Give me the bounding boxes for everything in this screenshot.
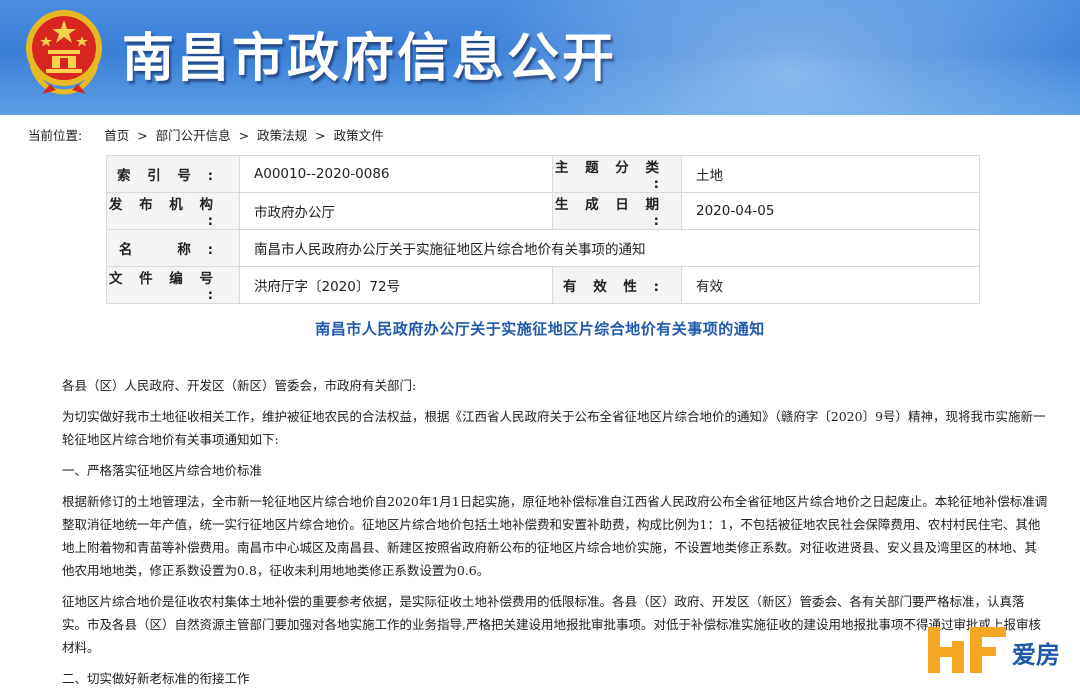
validity-label: 有 效 性 : bbox=[552, 266, 682, 304]
breadcrumb-dept-info[interactable]: 部门公开信息 bbox=[156, 128, 231, 143]
hf-logo-icon bbox=[928, 627, 1006, 673]
name-value: 南昌市人民政府办公厅关于实施征地区片综合地价有关事项的通知 bbox=[239, 229, 980, 267]
meta-row: 发 布 机 构 : 市政府办公厅 生 成 日 期 : 2020-04-05 bbox=[106, 192, 980, 230]
site-header: 南昌市政府信息公开 bbox=[0, 0, 1080, 115]
paragraph: 征地区片综合地价是征收农村集体土地补偿的重要参考依据，是实际征收土地补偿费用的低… bbox=[62, 594, 1041, 655]
paragraph: 根据新修订的土地管理法，全市新一轮征地区片综合地价自2020年1月1日起实施，原… bbox=[62, 494, 1048, 578]
watermark-text: 爱房 bbox=[1012, 641, 1060, 669]
issuer-label: 发 布 机 构 : bbox=[106, 192, 240, 230]
breadcrumb-separator: > bbox=[238, 128, 250, 143]
date-label: 生 成 日 期 : bbox=[552, 192, 682, 230]
breadcrumb-separator: > bbox=[137, 128, 148, 143]
document-meta-table: 索 引 号 : A00010--2020-0086 主 题 分 类 : 土地 发… bbox=[106, 155, 980, 304]
national-emblem-icon bbox=[26, 10, 102, 95]
site-title: 南昌市政府信息公开 bbox=[122, 29, 618, 89]
watermark: 爱房 bbox=[924, 617, 1074, 677]
date-value: 2020-04-05 bbox=[681, 192, 980, 230]
document-body: 各县（区）人民政府、开发区（新区）管委会，市政府有关部门: 为切实做好我市土地征… bbox=[62, 374, 1048, 698]
section-heading: 一、严格落实征地区片综合地价标准 bbox=[62, 463, 263, 478]
docno-value: 洪府厅字〔2020〕72号 bbox=[239, 266, 553, 304]
section-heading: 二、切实做好新老标准的衔接工作 bbox=[62, 671, 250, 686]
breadcrumb-policy-regs[interactable]: 政策法规 bbox=[257, 128, 307, 143]
meta-row: 文 件 编 号 : 洪府厅字〔2020〕72号 有 效 性 : 有效 bbox=[106, 266, 980, 304]
document-title: 南昌市人民政府办公厅关于实施征地区片综合地价有关事项的通知 bbox=[315, 320, 765, 338]
issuer-value: 市政府办公厅 bbox=[239, 192, 553, 230]
breadcrumb-separator: > bbox=[315, 128, 326, 143]
salutation: 各县（区）人民政府、开发区（新区）管委会，市政府有关部门: bbox=[62, 378, 417, 393]
topic-value: 土地 bbox=[681, 155, 980, 193]
validity-value: 有效 bbox=[681, 266, 980, 304]
index-value: A00010--2020-0086 bbox=[239, 155, 553, 193]
meta-row: 名 称 : 南昌市人民政府办公厅关于实施征地区片综合地价有关事项的通知 bbox=[106, 229, 980, 267]
breadcrumb: 当前位置: 首页 > 部门公开信息 > 政策法规 > 政策文件 bbox=[0, 123, 1080, 151]
meta-row: 索 引 号 : A00010--2020-0086 主 题 分 类 : 土地 bbox=[106, 155, 980, 193]
topic-label: 主 题 分 类 : bbox=[552, 155, 682, 193]
paragraph: 为切实做好我市土地征收相关工作，维护被征地农民的合法权益，根据《江西省人民政府关… bbox=[62, 409, 1046, 447]
breadcrumb-home[interactable]: 首页 bbox=[104, 128, 129, 143]
breadcrumb-prefix: 当前位置: bbox=[28, 128, 83, 143]
docno-label: 文 件 编 号 : bbox=[106, 266, 240, 304]
name-label: 名 称 : bbox=[106, 229, 240, 267]
index-label: 索 引 号 : bbox=[106, 155, 240, 193]
breadcrumb-policy-docs[interactable]: 政策文件 bbox=[334, 128, 384, 143]
